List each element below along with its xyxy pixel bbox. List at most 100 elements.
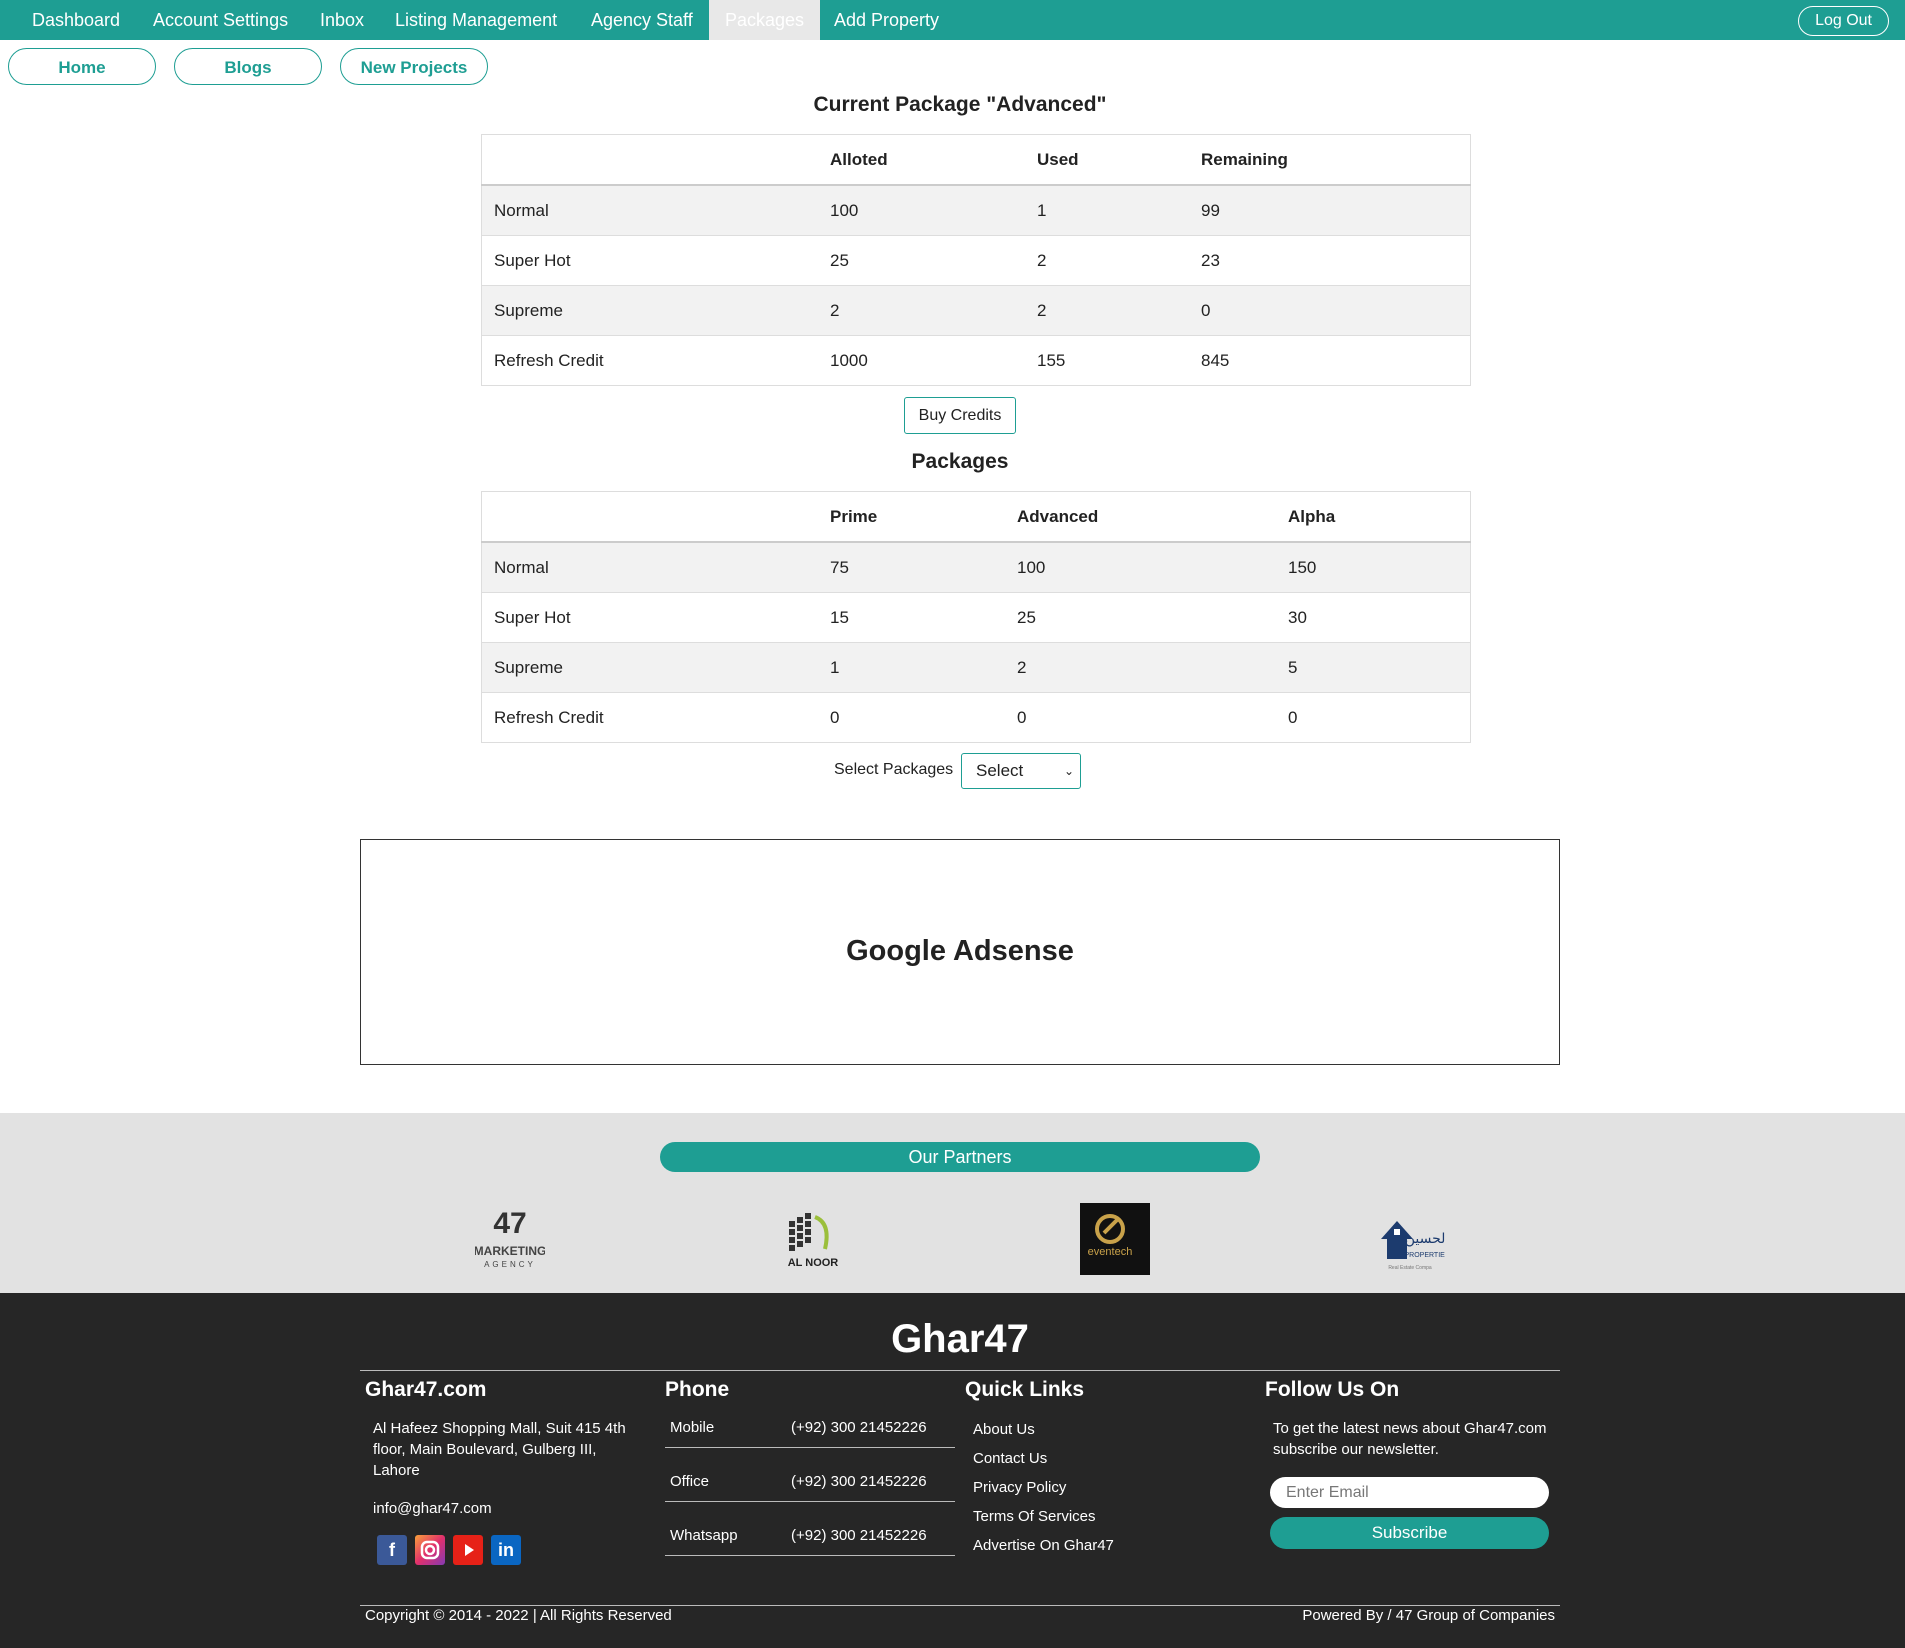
table-cell: 75 xyxy=(818,541,1005,593)
footer-bottom-divider xyxy=(360,1605,1560,1606)
buy-credits-button[interactable]: Buy Credits xyxy=(904,397,1016,434)
phone-number[interactable]: (+92) 300 21452226 xyxy=(791,1473,927,1490)
table-row: Supreme 1 2 5 xyxy=(481,642,1471,693)
svg-text:الحسين: الحسين xyxy=(1405,1231,1445,1247)
select-packages-label: Select Packages xyxy=(834,761,954,778)
blogs-button[interactable]: Blogs xyxy=(174,48,322,85)
partners-title: Our Partners xyxy=(660,1142,1260,1172)
nav-account-settings[interactable]: Account Settings xyxy=(153,0,288,40)
table-cell: Normal xyxy=(481,541,818,593)
table-cell: Refresh Credit xyxy=(481,335,818,386)
table-cell: 155 xyxy=(1025,335,1189,386)
table-cell: 2 xyxy=(818,285,1025,336)
table-header: Alloted xyxy=(818,134,1025,186)
table-cell: 15 xyxy=(818,592,1005,643)
table-row: Normal 75 100 150 xyxy=(481,541,1471,593)
nav-add-property[interactable]: Add Property xyxy=(834,0,939,40)
home-button[interactable]: Home xyxy=(8,48,156,85)
subscribe-button[interactable]: Subscribe xyxy=(1270,1517,1549,1549)
select-packages-value: Select xyxy=(976,761,1024,780)
current-package-title: Current Package "Advanced" xyxy=(813,93,1107,116)
table-cell: 0 xyxy=(818,692,1005,743)
partner-logo-al-noor[interactable]: AL NOOR xyxy=(775,1203,845,1275)
partner-logo-47-marketing[interactable]: 47 MARKETING AGENCY xyxy=(474,1203,547,1275)
newsletter-email-input[interactable]: Enter Email xyxy=(1270,1477,1549,1508)
copyright-text: Copyright © 2014 - 2022 | All Rights Res… xyxy=(365,1607,672,1624)
phone-number[interactable]: (+92) 300 21452226 xyxy=(791,1419,927,1436)
phone-label: Whatsapp xyxy=(670,1527,738,1544)
footer-link-terms[interactable]: Terms Of Services xyxy=(973,1506,1096,1527)
nav-packages[interactable]: Packages xyxy=(709,0,821,40)
table-header: Alpha xyxy=(1276,491,1471,543)
svg-text:Real Estate Compa: Real Estate Compa xyxy=(1388,1265,1432,1271)
powered-by-text: Powered By / 47 Group of Companies xyxy=(1302,1607,1555,1624)
svg-text:MARKETING: MARKETING xyxy=(475,1244,545,1258)
top-navigation: Dashboard Account Settings Inbox Listing… xyxy=(0,0,1905,40)
table-cell: 0 xyxy=(1189,285,1471,336)
footer-link-contact[interactable]: Contact Us xyxy=(973,1448,1047,1469)
svg-text:AGENCY: AGENCY xyxy=(484,1260,536,1269)
partner-logo-al-hussain[interactable]: الحسين PROPERTIES Real Estate Compa xyxy=(1375,1203,1450,1275)
table-cell: 0 xyxy=(1276,692,1471,743)
table-cell: 23 xyxy=(1189,235,1471,286)
svg-text:AL NOOR: AL NOOR xyxy=(788,1257,839,1269)
packages-title: Packages xyxy=(911,450,1009,473)
svg-text:47: 47 xyxy=(493,1207,526,1240)
footer-email[interactable]: info@ghar47.com xyxy=(373,1498,492,1519)
table-header-row: Alloted Used Remaining xyxy=(481,134,1471,186)
chevron-down-icon: ⌄ xyxy=(1063,764,1074,778)
table-header: Advanced xyxy=(1005,491,1276,543)
table-row: Super Hot 25 2 23 xyxy=(481,235,1471,286)
nav-agency-staff[interactable]: Agency Staff xyxy=(591,0,693,40)
ad-placeholder: Google Adsense xyxy=(360,839,1560,1065)
table-cell: 25 xyxy=(818,235,1025,286)
new-projects-button[interactable]: New Projects xyxy=(340,48,488,85)
footer-company-title: Ghar47.com xyxy=(365,1378,487,1401)
facebook-icon[interactable]: f xyxy=(377,1535,407,1565)
footer-link-privacy[interactable]: Privacy Policy xyxy=(973,1477,1066,1498)
table-header xyxy=(481,134,818,186)
packages-table: Prime Advanced Alpha Normal 75 100 150 S… xyxy=(481,491,1471,743)
newsletter-text: To get the latest news about Ghar47.com … xyxy=(1273,1420,1547,1458)
footer-link-about[interactable]: About Us xyxy=(973,1419,1035,1440)
nav-dashboard[interactable]: Dashboard xyxy=(32,0,120,40)
table-cell: 100 xyxy=(818,184,1025,236)
table-cell: 845 xyxy=(1189,335,1471,386)
table-cell: Super Hot xyxy=(481,235,818,286)
phone-label: Mobile xyxy=(670,1419,715,1436)
partner-logo-eventech[interactable]: eventech xyxy=(1080,1203,1150,1275)
table-cell: 1000 xyxy=(818,335,1025,386)
phone-row-office: Office (+92) 300 21452226 xyxy=(665,1473,955,1502)
youtube-icon[interactable] xyxy=(453,1535,483,1565)
table-cell: Supreme xyxy=(481,642,818,693)
footer: Ghar47 Ghar47.com Al Hafeez Shopping Mal… xyxy=(0,1293,1905,1648)
table-cell: 2 xyxy=(1025,285,1189,336)
table-cell: 1 xyxy=(818,642,1005,693)
linkedin-icon[interactable]: in xyxy=(491,1535,521,1565)
instagram-icon[interactable] xyxy=(415,1535,445,1565)
current-package-table: Alloted Used Remaining Normal 100 1 99 S… xyxy=(481,134,1471,386)
nav-listing-management[interactable]: Listing Management xyxy=(395,0,557,40)
footer-link-advertise[interactable]: Advertise On Ghar47 xyxy=(973,1535,1114,1556)
nav-inbox[interactable]: Inbox xyxy=(320,0,364,40)
table-cell: 1 xyxy=(1025,184,1189,236)
table-row: Refresh Credit 1000 155 845 xyxy=(481,335,1471,386)
footer-brand-logo[interactable]: Ghar47 xyxy=(0,1317,1905,1362)
footer-address: Al Hafeez Shopping Mall, Suit 415 4th fl… xyxy=(373,1420,626,1479)
table-cell: 150 xyxy=(1276,541,1471,593)
table-header-row: Prime Advanced Alpha xyxy=(481,491,1471,543)
table-cell: 25 xyxy=(1005,592,1276,643)
logout-button[interactable]: Log Out xyxy=(1798,6,1889,36)
table-cell: 2 xyxy=(1005,642,1276,693)
table-cell: 2 xyxy=(1025,235,1189,286)
footer-follow-title: Follow Us On xyxy=(1265,1378,1400,1401)
table-row: Supreme 2 2 0 xyxy=(481,285,1471,336)
svg-text:PROPERTIES: PROPERTIES xyxy=(1405,1252,1446,1259)
footer-phone-title: Phone xyxy=(665,1378,730,1401)
phone-number[interactable]: (+92) 300 21452226 xyxy=(791,1527,927,1544)
select-packages-dropdown[interactable]: Select ⌄ xyxy=(961,753,1081,789)
table-row: Super Hot 15 25 30 xyxy=(481,592,1471,643)
table-cell: 0 xyxy=(1005,692,1276,743)
phone-label: Office xyxy=(670,1473,709,1490)
table-cell: Super Hot xyxy=(481,592,818,643)
